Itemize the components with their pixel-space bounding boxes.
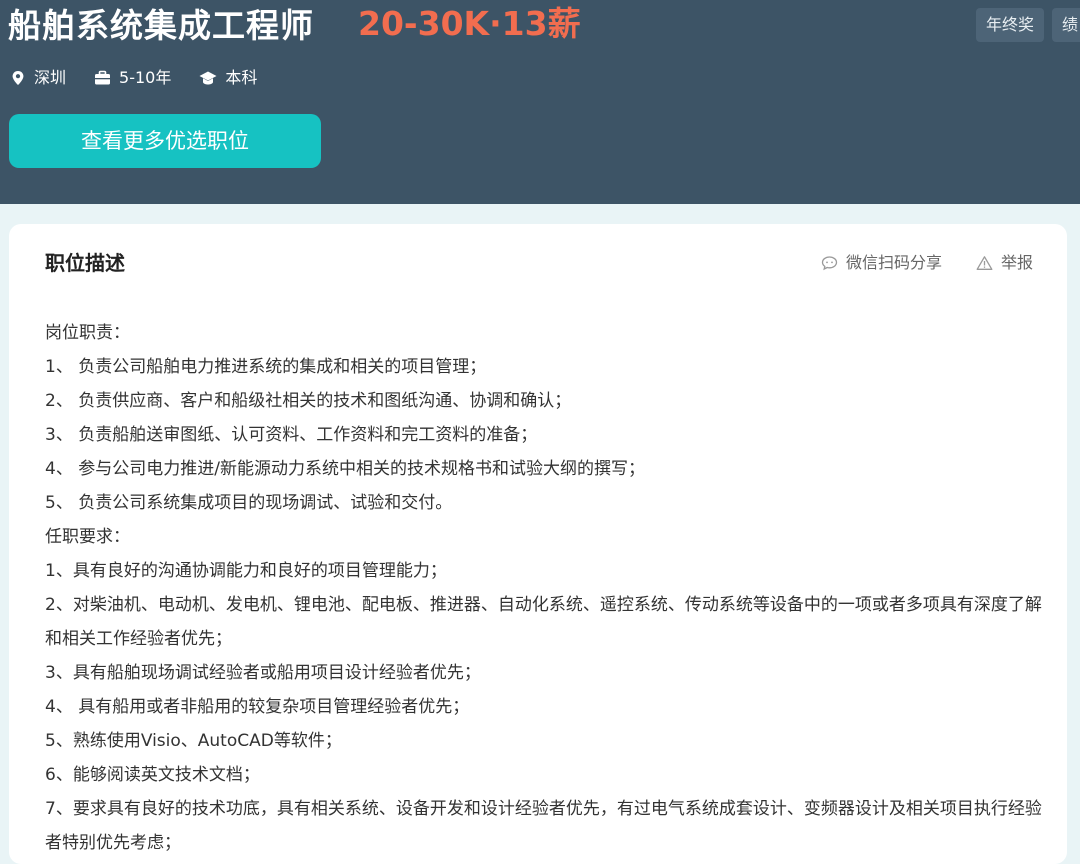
location-text: 深圳 xyxy=(34,68,67,87)
desc-line: 5、熟练使用Visio、AutoCAD等软件； xyxy=(45,731,342,751)
job-description-card: 职位描述 微信扫码分享 举报 岗位职责： 1、 负责公司船舶电力推进系统的集成和… xyxy=(9,224,1067,864)
benefit-tag: 绩 xyxy=(1052,8,1080,42)
desc-line: 1、具有良好的沟通协调能力和良好的项目管理能力； xyxy=(45,561,447,581)
desc-line: 7、要求具有良好的技术功底，具有相关系统、设备开发和设计经验者优先，有过电气系统… xyxy=(45,799,1042,853)
benefit-tags: 年终奖 绩 xyxy=(976,8,1080,42)
meta-education: 本科 xyxy=(199,66,257,90)
desc-line: 2、 负责供应商、客户和船级社相关的技术和图纸沟通、协调和确认； xyxy=(45,391,572,411)
report-label: 举报 xyxy=(1000,253,1033,272)
report-button[interactable]: 举报 xyxy=(976,251,1033,275)
job-description-text: 岗位职责： 1、 负责公司船舶电力推进系统的集成和相关的项目管理； 2、 负责供… xyxy=(45,316,1045,860)
job-meta: 深圳 5-10年 本科 xyxy=(10,66,285,90)
desc-line: 3、具有船舶现场调试经验者或船用项目设计经验者优先； xyxy=(45,663,481,683)
map-pin-icon xyxy=(12,71,24,85)
desc-line: 5、 负责公司系统集成项目的现场调试、试验和交付。 xyxy=(45,493,453,513)
desc-line: 2、对柴油机、电动机、发电机、锂电池、配电板、推进器、自动化系统、遥控系统、传动… xyxy=(45,595,1042,649)
card-actions: 微信扫码分享 举报 xyxy=(787,251,1033,275)
meta-experience: 5-10年 xyxy=(94,66,171,90)
desc-line: 1、 负责公司船舶电力推进系统的集成和相关的项目管理； xyxy=(45,357,487,377)
experience-text: 5-10年 xyxy=(119,68,172,87)
desc-line: 3、 负责船舶送审图纸、认可资料、工作资料和完工资料的准备； xyxy=(45,425,538,445)
graduation-cap-icon xyxy=(199,71,217,85)
section-title: 职位描述 xyxy=(45,251,125,275)
briefcase-icon xyxy=(95,70,111,85)
benefit-tag: 年终奖 xyxy=(976,8,1045,42)
desc-line: 6、能够阅读英文技术文档； xyxy=(45,765,260,785)
chat-bubble-icon xyxy=(821,256,838,271)
salary: 20-30K·13薪 xyxy=(358,4,581,43)
job-header: 船舶系统集成工程师 20-30K·13薪 年终奖 绩 深圳 5-10年 本科 查… xyxy=(0,0,1080,204)
education-text: 本科 xyxy=(225,68,258,87)
more-jobs-button[interactable]: 查看更多优选职位 xyxy=(9,114,321,168)
warning-icon xyxy=(976,256,993,270)
desc-line: 岗位职责： xyxy=(45,323,130,343)
job-title: 船舶系统集成工程师 xyxy=(8,6,314,45)
meta-location: 深圳 xyxy=(10,66,66,90)
wechat-share-label: 微信扫码分享 xyxy=(845,253,942,272)
desc-line: 任职要求： xyxy=(45,527,130,547)
wechat-share-button[interactable]: 微信扫码分享 xyxy=(821,251,942,275)
desc-line: 4、 参与公司电力推进/新能源动力系统中相关的技术规格书和试验大纲的撰写； xyxy=(45,459,645,479)
desc-line: 4、 具有船用或者非船用的较复杂项目管理经验者优先； xyxy=(45,697,470,717)
